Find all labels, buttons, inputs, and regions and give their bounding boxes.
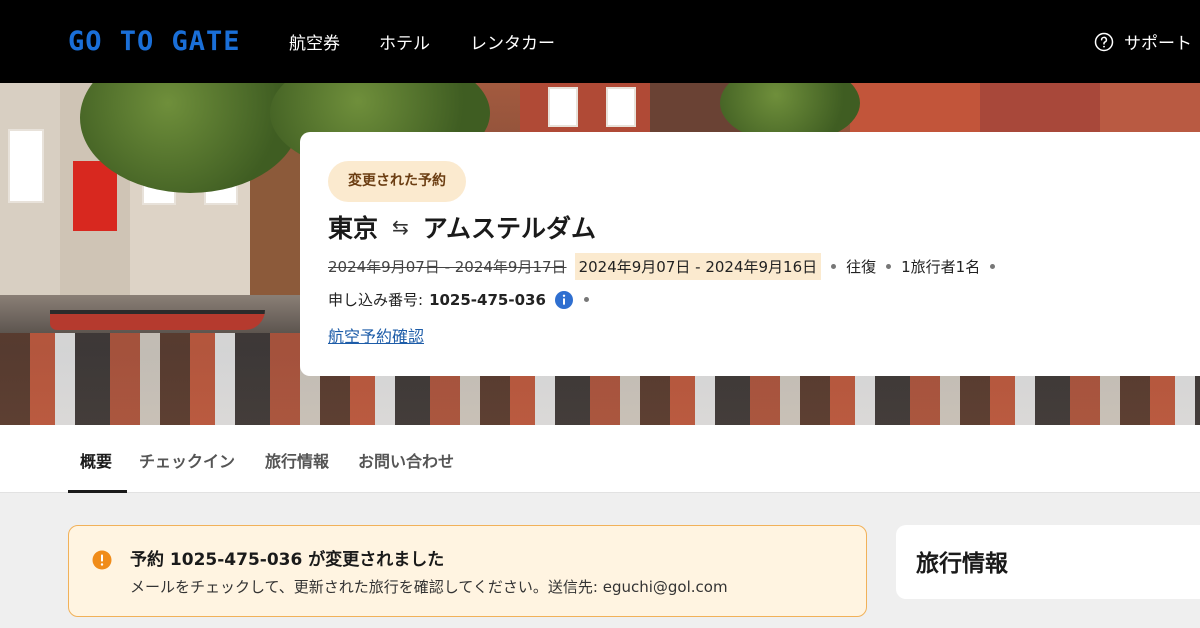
warning-circle-icon — [92, 550, 112, 570]
route-title: 東京 ⇆ アムステルダム — [328, 209, 596, 245]
window — [606, 87, 636, 127]
separator-dot — [886, 264, 892, 269]
travel-info-panel: 旅行情報 — [896, 525, 1200, 599]
top-navigation-bar: GO TO GATE 航空券 ホテル レンタカー サポート — [0, 0, 1200, 83]
changed-booking-badge: 変更された予約 — [328, 161, 466, 202]
round-trip-arrows-icon: ⇆ — [392, 215, 409, 239]
traveler-count: 1旅行者1名 — [901, 258, 981, 276]
separator-dot — [990, 264, 996, 269]
tab-travel-info[interactable]: 旅行情報 — [265, 448, 329, 472]
reference-number: 1025-475-036 — [429, 290, 546, 309]
booking-tabs: 概要 チェックイン 旅行情報 お問い合わせ — [0, 425, 1200, 493]
alert-title: 予約 1025-475-036 が変更されました — [130, 550, 445, 570]
red-door — [73, 161, 117, 231]
flight-booking-confirmation-link[interactable]: 航空予約確認 — [328, 323, 424, 347]
booking-summary-card: 変更された予約 東京 ⇆ アムステルダム 2024年9月07日 - 2024年9… — [300, 132, 1200, 376]
active-tab-indicator — [68, 490, 127, 493]
tab-check-in[interactable]: チェックイン — [139, 448, 235, 472]
separator-dot — [583, 297, 589, 302]
separator-dot — [831, 264, 837, 269]
destination-city: アムステルダム — [422, 214, 597, 243]
booking-reference: 申し込み番号: 1025-475-036 — [328, 289, 599, 310]
site-logo[interactable]: GO TO GATE — [68, 26, 241, 57]
red-boat — [50, 310, 265, 330]
tab-contact[interactable]: お問い合わせ — [358, 448, 454, 472]
reference-label: 申し込み番号: — [328, 291, 424, 309]
support-link[interactable]: サポート — [1094, 29, 1192, 54]
booking-changed-alert: 予約 1025-475-036 が変更されました メールをチェックして、更新され… — [68, 525, 867, 617]
trip-details: 2024年9月07日 - 2024年9月17日 2024年9月07日 - 202… — [328, 253, 1005, 280]
origin-city: 東京 — [328, 214, 379, 243]
trip-type: 往復 — [846, 258, 877, 276]
new-travel-dates: 2024年9月07日 - 2024年9月16日 — [574, 253, 822, 280]
alert-message: メールをチェックして、更新された旅行を確認してください。送信先: eguchi@… — [130, 578, 728, 596]
info-icon[interactable] — [554, 290, 574, 310]
nav-hotels[interactable]: ホテル — [379, 29, 430, 54]
support-label: サポート — [1124, 34, 1192, 54]
nav-flights[interactable]: 航空券 — [289, 29, 340, 54]
travel-info-heading: 旅行情報 — [916, 551, 1008, 577]
window — [548, 87, 578, 127]
question-circle-icon — [1094, 32, 1114, 51]
old-travel-dates: 2024年9月07日 - 2024年9月17日 — [328, 258, 567, 276]
tab-overview[interactable]: 概要 — [80, 448, 112, 472]
window — [8, 129, 44, 203]
nav-rental-cars[interactable]: レンタカー — [470, 29, 555, 54]
